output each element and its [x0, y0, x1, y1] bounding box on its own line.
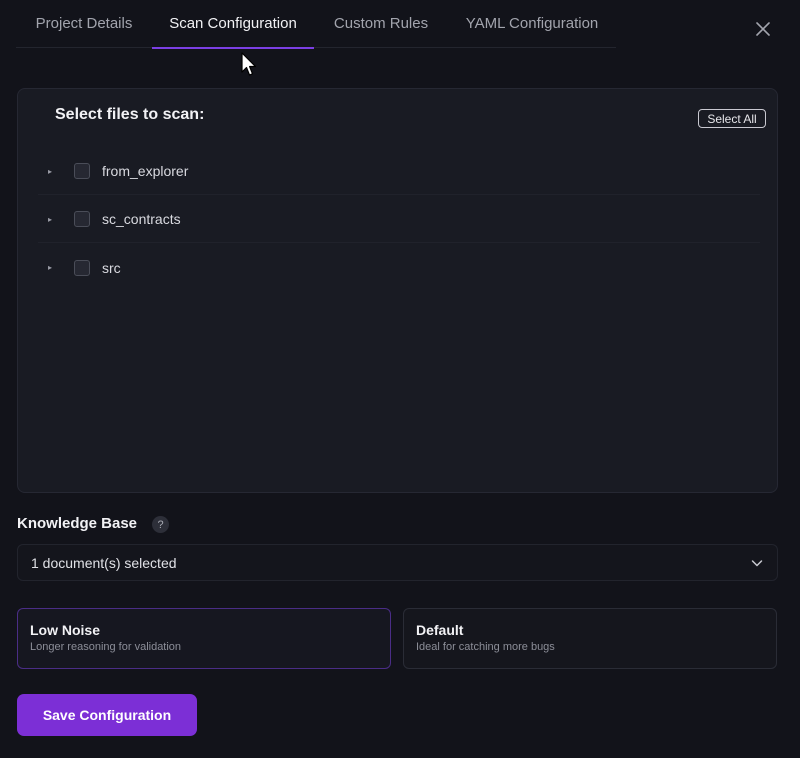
- close-icon[interactable]: [752, 18, 774, 40]
- mode-description: Ideal for catching more bugs: [416, 641, 555, 653]
- file-name: src: [102, 259, 121, 276]
- tab-bar: Project Details Scan Configuration Custo…: [16, 0, 616, 49]
- chevron-down-icon: [751, 560, 763, 567]
- tab-yaml-configuration[interactable]: YAML Configuration: [448, 0, 616, 48]
- caret-right-icon[interactable]: ▸: [48, 167, 58, 176]
- mode-option-default[interactable]: Default Ideal for catching more bugs: [403, 608, 777, 669]
- help-icon[interactable]: ?: [152, 516, 169, 533]
- knowledge-base-label: Knowledge Base: [17, 515, 138, 532]
- files-panel-title: Select files to scan:: [55, 106, 205, 123]
- file-tree-item[interactable]: ▸ sc_contracts: [38, 196, 760, 243]
- file-checkbox[interactable]: [74, 259, 90, 276]
- tab-scan-configuration[interactable]: Scan Configuration: [152, 0, 314, 49]
- file-tree-item[interactable]: ▸ from_explorer: [38, 148, 760, 195]
- tab-project-details[interactable]: Project Details: [16, 0, 152, 48]
- caret-right-icon[interactable]: ▸: [48, 215, 58, 224]
- mode-description: Longer reasoning for validation: [30, 641, 182, 653]
- mode-title: Low Noise: [30, 622, 101, 638]
- file-tree-item[interactable]: ▸ src: [38, 244, 760, 291]
- caret-right-icon[interactable]: ▸: [48, 263, 58, 272]
- save-configuration-button[interactable]: Save Configuration: [17, 694, 197, 736]
- file-checkbox[interactable]: [74, 211, 90, 227]
- select-all-button[interactable]: Select All: [698, 109, 766, 128]
- knowledge-base-selected-value: 1 document(s) selected: [31, 554, 177, 571]
- knowledge-base-select[interactable]: 1 document(s) selected: [17, 544, 778, 581]
- mouse-cursor-icon: [241, 52, 257, 76]
- file-name: sc_contracts: [102, 211, 181, 227]
- mode-title: Default: [416, 622, 464, 638]
- mode-option-low-noise[interactable]: Low Noise Longer reasoning for validatio…: [17, 608, 391, 669]
- tab-custom-rules[interactable]: Custom Rules: [314, 0, 448, 48]
- file-name: from_explorer: [102, 163, 189, 179]
- file-selection-panel: Select files to scan: Select All ▸ from_…: [17, 88, 778, 493]
- file-checkbox[interactable]: [74, 163, 90, 179]
